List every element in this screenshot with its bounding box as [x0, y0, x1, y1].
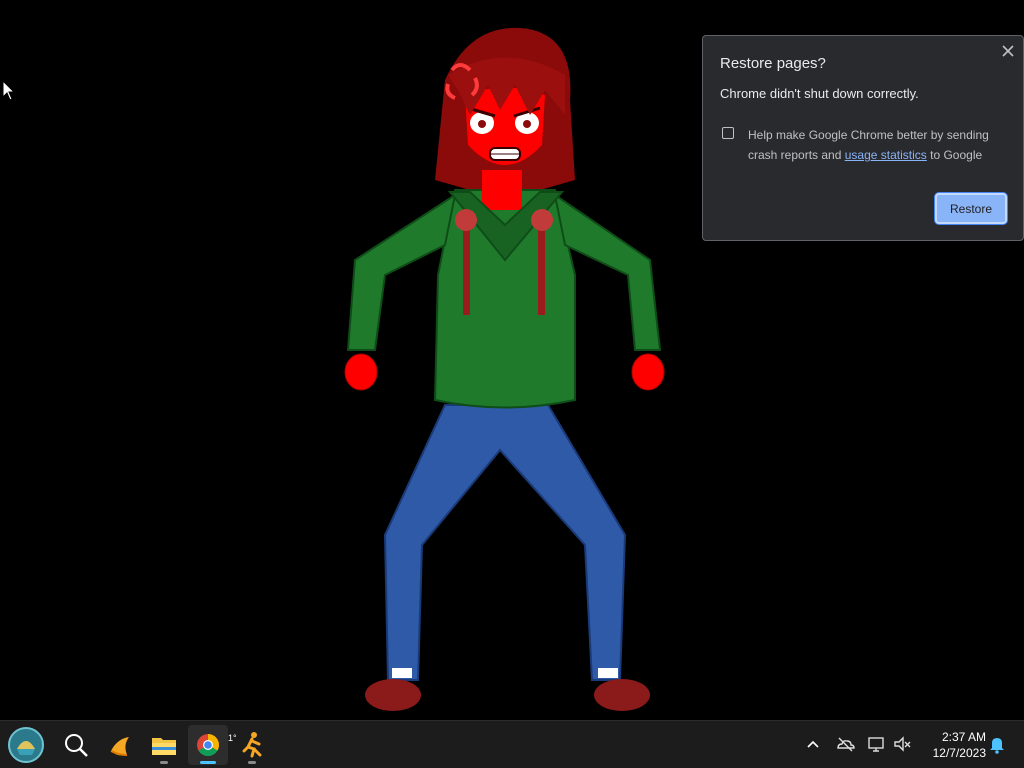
running-indicator	[248, 761, 256, 764]
crash-reports-label: Help make Google Chrome better by sendin…	[748, 125, 1008, 165]
angry-character-illustration	[344, 27, 665, 711]
running-indicator	[200, 761, 216, 764]
restore-pages-dialog: Restore pages? Chrome didn't shut down c…	[702, 35, 1024, 241]
taskbar: 31° 2:37 AM 12/7/2023	[0, 720, 1024, 768]
runner-app-icon	[242, 732, 262, 758]
chevron-up-icon[interactable]	[802, 733, 824, 755]
dialog-message: Chrome didn't shut down correctly.	[720, 86, 919, 101]
clock-date: 12/7/2023	[932, 746, 986, 760]
search-icon	[65, 734, 88, 757]
clock-time: 2:37 AM	[941, 730, 986, 744]
mouse-cursor	[2, 80, 16, 101]
search-button[interactable]	[56, 725, 96, 765]
crash-reports-checkbox[interactable]	[722, 127, 734, 139]
close-icon[interactable]	[999, 42, 1017, 60]
running-indicator	[160, 761, 168, 764]
onedrive-icon[interactable]	[834, 733, 856, 755]
checkbox-label-suffix: to Google	[930, 148, 983, 162]
start-button[interactable]	[6, 725, 46, 765]
notification-bell-icon[interactable]	[986, 733, 1008, 755]
start-icon	[8, 727, 44, 763]
file-explorer-icon	[152, 738, 176, 755]
usage-statistics-link[interactable]: usage statistics	[845, 148, 927, 162]
volume-muted-icon[interactable]	[891, 733, 913, 755]
chrome-taskbar-button[interactable]	[188, 725, 228, 765]
dialog-title: Restore pages?	[720, 55, 826, 72]
taskbar-clock[interactable]: 2:37 AM 12/7/2023	[920, 729, 986, 761]
weather-icon	[110, 737, 129, 756]
weather-widget[interactable]: 31°	[101, 725, 238, 765]
display-icon[interactable]	[865, 733, 887, 755]
file-explorer-button[interactable]	[144, 725, 184, 765]
runner-app-button[interactable]	[232, 725, 272, 765]
restore-button[interactable]: Restore	[935, 193, 1007, 224]
chrome-icon	[197, 734, 219, 756]
